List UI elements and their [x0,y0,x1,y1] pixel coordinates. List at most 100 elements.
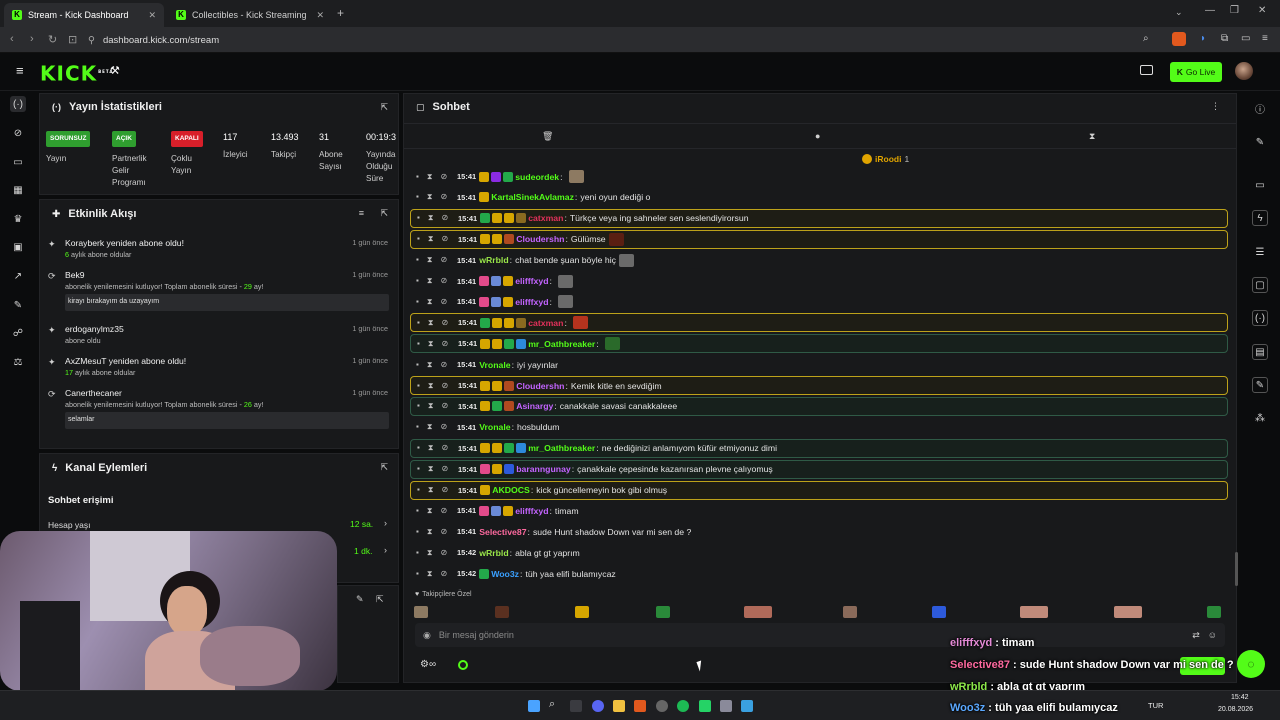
chat-username[interactable]: baranngunay [516,464,571,474]
timeout-icon[interactable]: ⧗ [428,443,434,453]
tab-list-icon[interactable]: ⌄ [1175,7,1183,18]
language-indicator[interactable]: TUR [1148,701,1163,710]
chat-username[interactable]: wRrbld [479,255,508,265]
chat-message[interactable]: ▪ ⧗ ⊘ 15:42 Woo3z: tüh yaa elifi bulamıycaz [410,564,1228,583]
emote-option[interactable] [1207,606,1221,618]
trash-icon[interactable]: ▪ [416,192,419,202]
chat-username[interactable]: Asinargy [516,401,553,411]
timeout-icon[interactable]: ⧗ [428,464,434,474]
windows-start-icon[interactable] [528,700,540,712]
translate-icon[interactable]: ⇄ [1192,630,1200,641]
maximize-icon[interactable]: ❐ [1230,5,1239,16]
discord-icon[interactable] [592,700,604,712]
chat-message[interactable]: ▪ ⧗ ⊘ 15:41 catxman: Türkçe veya ing sahneler… [410,208,1228,228]
more-icon[interactable]: ⋮ [1211,101,1220,112]
wrench-icon[interactable]: ✎ [10,297,26,313]
chat-username[interactable]: sudeordek [515,172,559,182]
mod-icon[interactable]: ⚖ [10,354,26,370]
kick-logo[interactable]: KICKBETA [40,63,113,84]
ban-icon[interactable]: ⊘ [440,360,447,370]
spotify-icon[interactable] [677,700,689,712]
chat-message[interactable]: ▪ ⧗ ⊘ 15:41 Vronale: iyi yayınlar [410,355,1228,374]
obs-icon[interactable] [656,700,668,712]
emote-option[interactable] [1114,606,1142,618]
status-icon[interactable] [458,660,468,670]
timeout-icon[interactable]: ⧗ [427,172,433,182]
filter-icon[interactable]: ≡ [359,208,364,218]
timeout-icon[interactable]: ⧗ [427,506,433,516]
share-icon[interactable]: ⁂ [1252,410,1268,426]
list-icon[interactable]: ☰ [1252,244,1268,260]
ban-icon[interactable]: ⊘ [441,213,448,223]
tab-stream-dashboard[interactable]: K Stream - Kick Dashboard ✕ [4,3,164,27]
ban-icon[interactable]: ⊘ [440,192,447,202]
bookmark-icon[interactable]: ⊡ [68,33,77,46]
broadcast-icon[interactable]: (·) [1252,310,1268,326]
close-icon[interactable]: ✕ [148,10,156,21]
support-button[interactable]: ◌ [1237,650,1265,678]
trash-icon[interactable]: ▪ [417,464,420,474]
chat-username[interactable]: wRrbld [479,548,508,558]
new-tab-icon[interactable]: + [337,6,344,20]
window-icon[interactable]: ▭ [10,154,26,170]
trash-icon[interactable]: ▪ [417,234,420,244]
broadcast-icon[interactable]: (·) [10,96,26,112]
chat-message[interactable]: ▪ ⧗ ⊘ 15:41 wRrbld: chat bende şuan böyle hiç [410,251,1228,270]
wrench-icon[interactable]: ✎ [1252,377,1268,393]
timeout-icon[interactable]: ⧗ [428,401,434,411]
chat-message[interactable]: ▪ ⧗ ⊘ 15:41 sudeordek: [410,167,1228,186]
photos-icon[interactable] [741,700,753,712]
timeout-icon[interactable]: ⧗ [427,548,433,558]
ban-icon[interactable]: ⊘ [441,401,448,411]
edit-icon[interactable]: ✎ [356,594,364,605]
ban-icon[interactable]: ⊘ [440,276,447,286]
chat-message[interactable]: ▪ ⧗ ⊘ 15:41 Selective87: sude Hunt shadow Dow… [410,522,1228,541]
ban-icon[interactable]: ⊘ [440,527,447,537]
timeout-icon[interactable]: ⧗ [427,192,433,202]
trash-icon[interactable]: 🗑︎ [542,131,553,142]
close-icon[interactable]: ✕ [316,10,324,21]
chat-username[interactable]: KartalSinekAvlamaz [491,192,574,202]
chevron-right-icon[interactable]: › [384,518,387,528]
clock-date[interactable]: 20.08.2026 [1218,706,1253,713]
chat-message[interactable]: ▪ ⧗ ⊘ 15:41 Cloudershn: Kemik kitle en sevdiğ… [410,376,1228,395]
trash-icon[interactable]: ▪ [416,548,419,558]
menu-icon[interactable]: ≡ [1262,33,1268,44]
trash-icon[interactable]: ▪ [416,276,419,286]
ban-icon[interactable]: ⊘ [440,297,447,307]
chat-message[interactable]: ▪ ⧗ ⊘ 15:41 catxman: [410,313,1228,333]
search-icon[interactable]: ⌕ [549,698,561,710]
wallet-icon[interactable]: ◗ [1200,33,1206,44]
ban-icon[interactable]: ⊘ [441,381,448,391]
emote-option[interactable] [1020,606,1048,618]
ban-icon[interactable]: ⊘ [441,485,448,495]
chat-message[interactable]: ▪ ⧗ ⊘ 15:41 mr_Oathbreaker: [410,334,1228,354]
chat-input[interactable]: ◉ Bir mesaj gönderin ⇄ ☺ [415,623,1225,647]
chat-message[interactable]: ▪ ⧗ ⊘ 15:41 Vronale: hosbuldum [410,418,1228,437]
trash-icon[interactable]: ▪ [416,506,419,516]
trash-icon[interactable]: ▪ [417,339,420,349]
ban-icon[interactable]: ⊘ [440,172,447,182]
chevron-right-icon[interactable]: › [384,545,387,555]
trash-icon[interactable]: ▪ [417,318,420,328]
chat-icon[interactable]: ▢ [1252,277,1268,293]
info-icon[interactable]: ⓘ [1252,100,1268,116]
emote-option[interactable] [414,606,428,618]
popout-icon[interactable]: ⇱ [380,102,388,113]
avatar[interactable] [1235,62,1253,80]
chat-message[interactable]: ▪ ⧗ ⊘ 15:41 elifffxyd: [410,272,1228,291]
link-icon[interactable]: ⊘ [10,125,26,141]
window-close-icon[interactable]: ✕ [1258,5,1266,16]
bolt-icon[interactable]: ϟ [1252,210,1268,226]
timeout-icon[interactable]: ⧗ [428,381,434,391]
trash-icon[interactable]: ▪ [417,401,420,411]
chat-username[interactable]: mr_Oathbreaker [528,443,595,453]
timeout-icon[interactable]: ⧗ [427,297,433,307]
chat-message[interactable]: ▪ ⧗ ⊘ 15:41 elifffxyd: timam [410,501,1228,520]
hourglass-icon[interactable]: ⧗ [1089,131,1095,142]
trash-icon[interactable]: ▪ [417,213,420,223]
url-field[interactable]: ⚲ dashboard.kick.com/stream [88,31,1168,49]
chat-message[interactable]: ▪ ⧗ ⊘ 15:41 Asinargy: canakkale savasi canakk… [410,396,1228,416]
ban-icon[interactable]: ⊘ [440,255,447,265]
timeout-icon[interactable]: ⧗ [427,422,433,432]
